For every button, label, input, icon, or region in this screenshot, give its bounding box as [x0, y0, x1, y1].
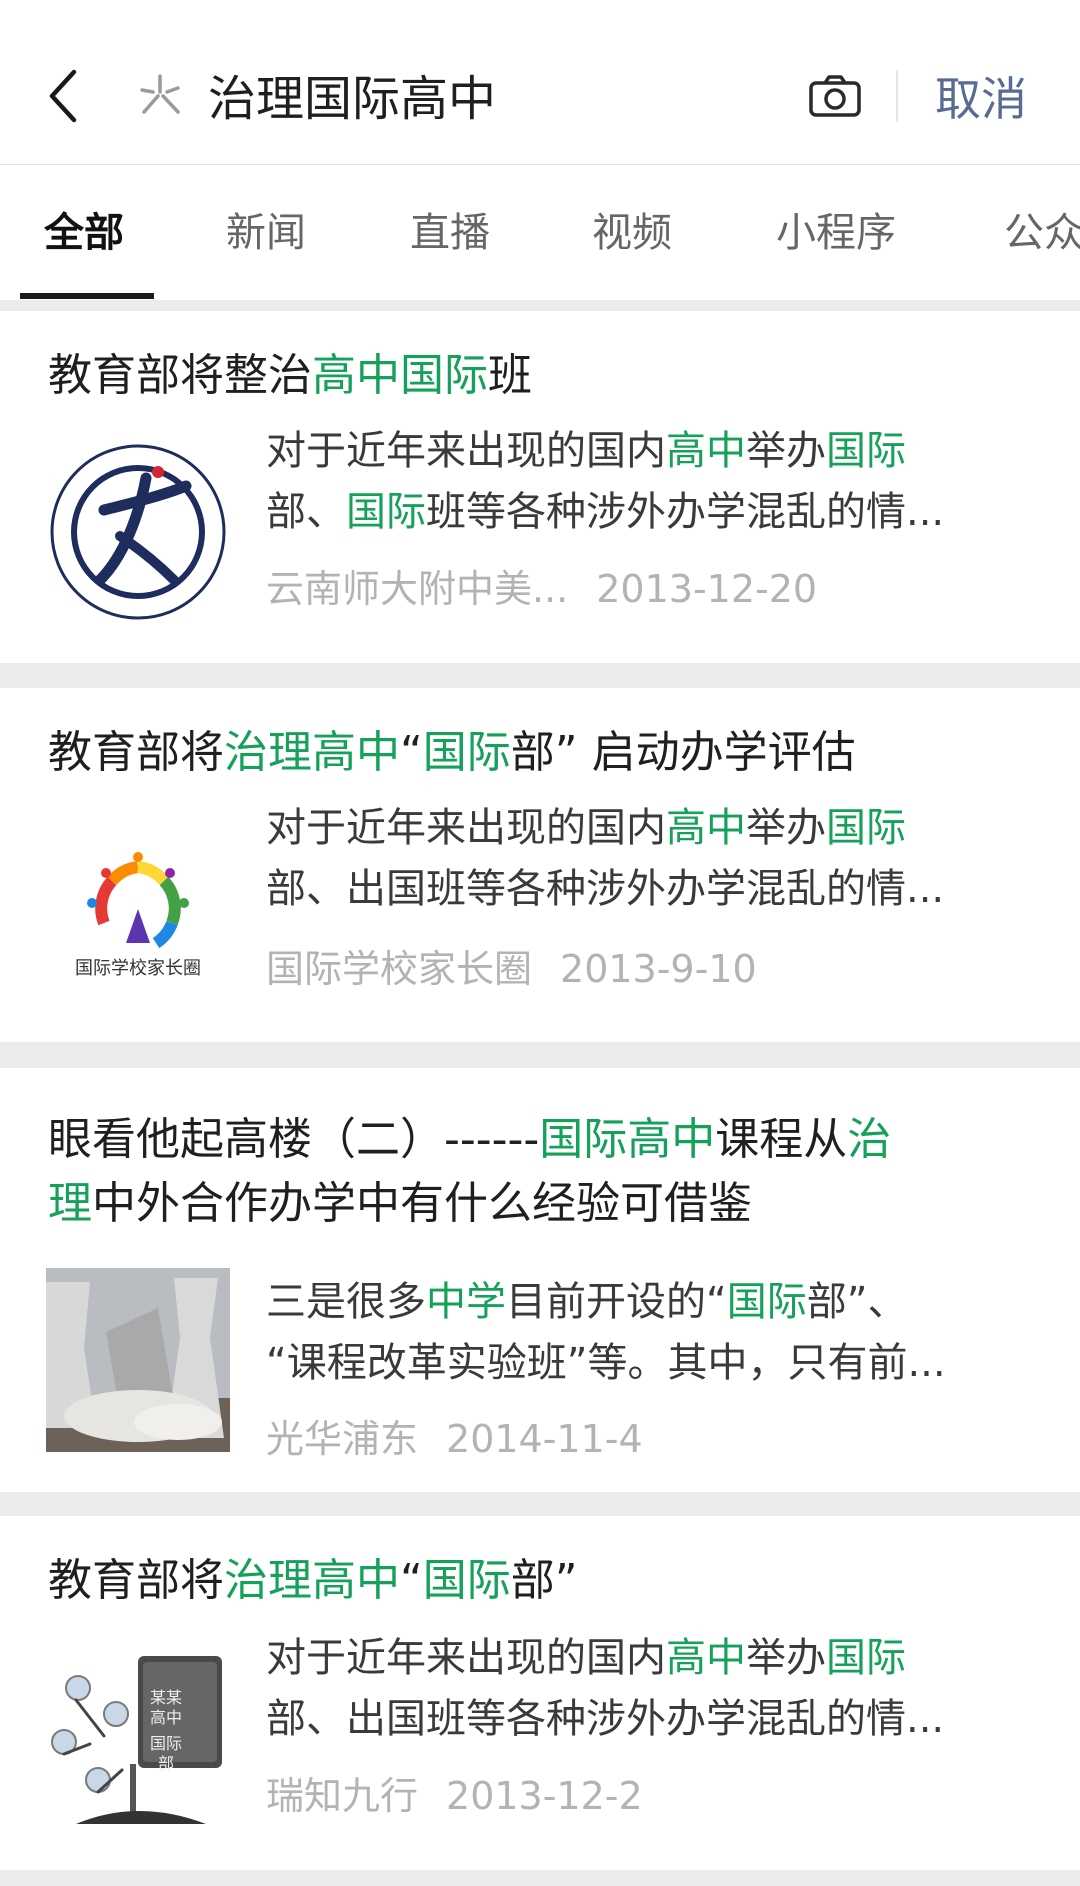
- text-segment: 部”、: [806, 1279, 908, 1325]
- result-title: 教育部将治理高中“国际部” 启动办学评估: [48, 721, 1038, 785]
- text-segment: 教育部将整治: [48, 350, 312, 401]
- cartoon-international-dept-thumbnail: [46, 1648, 230, 1832]
- result-title: 眼看他起高楼（二）------国际高中课程从治 理中外合作办学中有什么经验可借鉴: [48, 1108, 1038, 1236]
- result-source: 国际学校家长圈: [266, 947, 533, 991]
- result-card[interactable]: 眼看他起高楼（二）------国际高中课程从治 理中外合作办学中有什么经验可借鉴…: [0, 1068, 1080, 1492]
- highlighted-keyword: 中学: [426, 1279, 506, 1325]
- active-tab-indicator: [20, 293, 154, 299]
- aia-academy-logo-thumbnail: [46, 440, 230, 624]
- search-header: 治理国际高中 取消: [0, 0, 1080, 165]
- highlighted-keyword: 治理高中: [224, 1555, 400, 1606]
- highlighted-keyword: 理: [48, 1178, 92, 1229]
- thumbnail-sign-text: 某某高中 国际部: [149, 1688, 182, 1773]
- result-card[interactable]: 教育部将治理高中“国际部” 某某高中 国际部 对于近年来出现的国内高中举办国际 …: [0, 1516, 1080, 1870]
- text-segment: 眼看他起高楼（二）------: [48, 1114, 540, 1165]
- result-card[interactable]: 教育部将整治高中国际班 对于近年来出现的国内高中举办国际 部、国际班等各种涉外办…: [0, 311, 1080, 663]
- text-segment: 教育部将: [48, 727, 224, 778]
- tab-all[interactable]: 全部: [44, 205, 124, 261]
- cooling-tower-demolition-thumbnail: [46, 1268, 230, 1452]
- text-segment: “: [400, 1555, 423, 1606]
- result-snippet: 对于近年来出现的国内高中举办国际 部、国际班等各种涉外办学混乱的情...: [266, 421, 1026, 543]
- highlighted-keyword: 高中: [666, 805, 746, 851]
- search-sparkle-icon: [140, 74, 180, 114]
- highlighted-keyword: 国际: [422, 1555, 511, 1606]
- result-meta: 国际学校家长圈 2013-9-10: [266, 944, 757, 994]
- tab-video[interactable]: 视频: [592, 205, 672, 261]
- text-segment: 举办: [746, 805, 826, 851]
- highlighted-keyword: 国际: [726, 1279, 807, 1325]
- result-snippet: 对于近年来出现的国内高中举办国际 部、出国班等各种涉外办学混乱的情...: [266, 1628, 1026, 1750]
- highlighted-keyword: 国际: [826, 1635, 906, 1681]
- header-divider: [896, 70, 898, 122]
- text-segment: 班: [488, 350, 532, 401]
- result-date: 2013-12-2: [446, 1774, 643, 1818]
- text-segment: 部、: [266, 489, 346, 535]
- text-segment: 班等各种涉外办学混乱的情...: [426, 489, 945, 535]
- text-segment: 教育部将: [48, 1555, 224, 1606]
- text-segment: 部” 启动办学评估: [510, 727, 856, 778]
- highlighted-keyword: 国际: [422, 727, 511, 778]
- tab-official-accounts[interactable]: 公众: [1004, 205, 1080, 261]
- text-segment: 课程从: [715, 1114, 848, 1165]
- text-segment: 对于近年来出现的国内: [266, 1635, 666, 1681]
- thumbnail-caption: 国际学校家长圈: [75, 958, 201, 979]
- result-snippet: 三是很多中学目前开设的“国际部”、 “课程改革实验班”等。其中，只有前...: [266, 1272, 1026, 1394]
- result-meta: 瑞知九行 2013-12-2: [266, 1771, 643, 1821]
- result-date: 2013-12-20: [596, 567, 818, 611]
- result-title: 教育部将治理高中“国际部”: [48, 1549, 1038, 1613]
- result-meta: 云南师大附中美... 2013-12-20: [266, 564, 817, 614]
- tab-live[interactable]: 直播: [410, 205, 490, 261]
- result-snippet: 对于近年来出现的国内高中举办国际 部、出国班等各种涉外办学混乱的情...: [266, 798, 1026, 920]
- text-segment: “: [400, 727, 423, 778]
- text-segment: 三是很多: [266, 1279, 426, 1325]
- text-segment: 举办: [746, 1635, 826, 1681]
- highlighted-keyword: 国际高中: [539, 1114, 716, 1165]
- result-date: 2013-9-10: [560, 947, 757, 991]
- result-title: 教育部将整治高中国际班: [48, 344, 1038, 408]
- camera-icon[interactable]: [808, 74, 862, 118]
- highlighted-keyword: 高中国际: [312, 350, 488, 401]
- search-input[interactable]: 治理国际高中: [208, 66, 496, 132]
- text-segment: 目前开设的“: [506, 1279, 727, 1325]
- text-segment: 中外合作办学中有什么经验可借鉴: [92, 1178, 752, 1229]
- cancel-button[interactable]: 取消: [935, 66, 1027, 132]
- text-segment: 对于近年来出现的国内: [266, 428, 666, 474]
- tab-mini-program[interactable]: 小程序: [776, 205, 896, 261]
- text-segment: 部”: [510, 1555, 578, 1606]
- highlighted-keyword: 国际: [826, 805, 906, 851]
- highlighted-keyword: 治理高中: [224, 727, 400, 778]
- highlighted-keyword: 高中: [666, 428, 746, 474]
- text-segment: 举办: [746, 428, 826, 474]
- highlighted-keyword: 高中: [666, 1635, 746, 1681]
- filter-tabs: 全部 新闻 直播 视频 小程序 公众: [0, 165, 1080, 300]
- result-meta: 光华浦东 2014-11-4: [266, 1414, 643, 1464]
- chevron-left-icon[interactable]: [44, 66, 84, 126]
- result-source: 光华浦东: [266, 1417, 419, 1461]
- result-source: 瑞知九行: [266, 1774, 419, 1818]
- text-segment: 对于近年来出现的国内: [266, 805, 666, 851]
- text-segment: “课程改革实验班”等。其中，只有前...: [266, 1340, 946, 1386]
- tab-news[interactable]: 新闻: [226, 205, 306, 261]
- highlighted-keyword: 治: [847, 1114, 892, 1165]
- result-source: 云南师大附中美...: [266, 567, 569, 611]
- text-segment: 部、出国班等各种涉外办学混乱的情...: [266, 866, 945, 912]
- text-segment: 部、出国班等各种涉外办学混乱的情...: [266, 1696, 945, 1742]
- result-date: 2014-11-4: [446, 1417, 643, 1461]
- highlighted-keyword: 国际: [346, 489, 426, 535]
- highlighted-keyword: 国际: [826, 428, 906, 474]
- result-card[interactable]: 教育部将治理高中“国际部” 启动办学评估 国际学校家长圈 对于近年来出现的国内高…: [0, 688, 1080, 1042]
